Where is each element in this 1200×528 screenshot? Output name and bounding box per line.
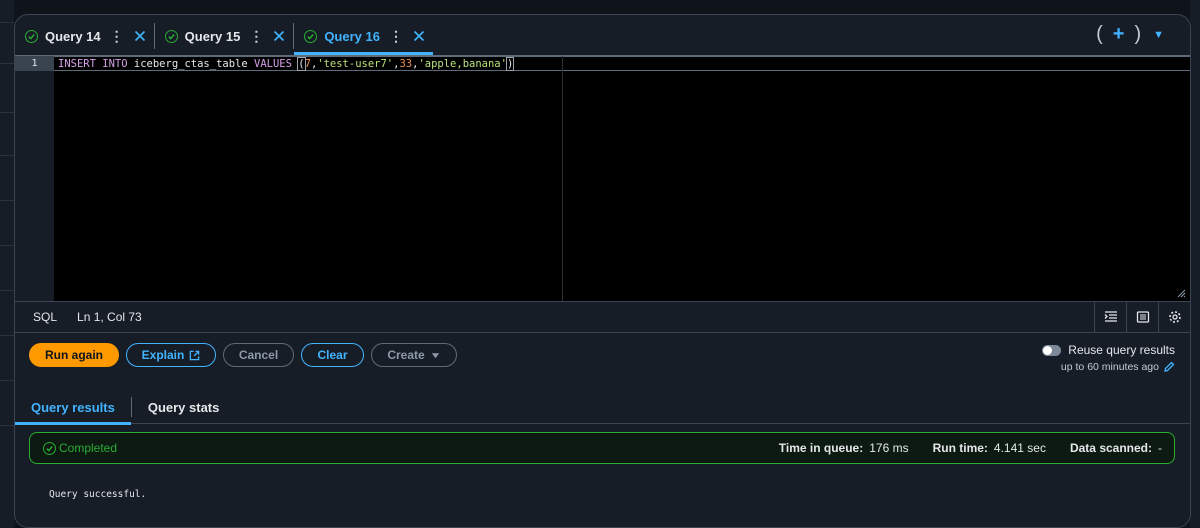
table-identifier: iceberg_ctas_table	[133, 58, 248, 70]
caret-down-icon	[431, 352, 439, 358]
print-margin	[562, 56, 563, 301]
reuse-sub-label: up to 60 minutes ago	[1060, 361, 1159, 373]
create-label: Create	[387, 348, 425, 362]
close-icon[interactable]	[134, 30, 146, 42]
status-completed: Completed	[43, 441, 117, 455]
cursor-position: Ln 1, Col 73	[77, 310, 142, 324]
keyboard-icon	[1136, 311, 1149, 323]
line-number: 1	[15, 56, 54, 71]
number-literal: 33	[399, 58, 413, 70]
tab-label: Query 16	[324, 28, 380, 44]
explain-button[interactable]: Explain	[126, 343, 216, 367]
tab-menu-icon[interactable]: ⋮	[110, 28, 124, 45]
tab-tools: ( + ) ▼	[1096, 23, 1164, 46]
sql-editor[interactable]: 1 INSERT INTO iceberg_ctas_table VALUES …	[15, 55, 1190, 301]
reuse-query-results: Reuse query results up to 60 minutes ago	[1042, 343, 1175, 373]
resize-grip-icon[interactable]	[1177, 289, 1186, 298]
tab-query-stats[interactable]: Query stats	[132, 391, 236, 424]
string-literal: 'test-user7'	[317, 58, 394, 70]
status-bar-tools	[1094, 302, 1190, 332]
keyboard-shortcuts-button[interactable]	[1126, 302, 1158, 332]
explain-label: Explain	[141, 348, 185, 362]
reuse-results-toggle[interactable]	[1042, 344, 1062, 356]
run-time: Run time: 4.141 sec	[932, 441, 1046, 455]
editor-status-bar: SQL Ln 1, Col 73	[15, 301, 1190, 333]
close-icon[interactable]	[273, 30, 285, 42]
status-text: Completed	[59, 441, 118, 455]
language-indicator: SQL	[33, 310, 58, 324]
open-paren: (	[1096, 23, 1103, 45]
tab-label: Query 15	[184, 28, 241, 44]
string-literal: 'apple,banana'	[418, 58, 507, 70]
run-again-button[interactable]: Run again	[29, 343, 119, 367]
tab-query-results[interactable]: Query results	[15, 391, 131, 425]
tab-query-14[interactable]: Query 14 ⋮	[15, 17, 154, 55]
result-message: Query successful.	[49, 489, 147, 500]
query-editor-panel: Query 14 ⋮ Query 15 ⋮ Query 16 ⋮ (+) ▼…	[14, 14, 1191, 528]
pencil-edit-icon[interactable]	[1163, 361, 1175, 373]
keyword-into: INTO	[102, 58, 128, 70]
query-actions: Run again Explain Cancel Clear Create	[29, 343, 464, 367]
editor-settings-button[interactable]	[1158, 302, 1190, 332]
tab-query-15[interactable]: Query 15 ⋮	[155, 17, 294, 55]
success-check-icon	[43, 441, 56, 455]
close-icon[interactable]	[413, 30, 425, 42]
success-check-icon	[25, 29, 38, 43]
editor-gutter: 1	[15, 56, 54, 301]
external-link-icon	[190, 350, 200, 360]
code-line[interactable]: INSERT INTO iceberg_ctas_table VALUES (7…	[58, 57, 515, 71]
time-in-queue: Time in queue: 176 ms	[778, 441, 909, 455]
result-tabs: Query results Query stats	[15, 391, 1190, 425]
query-tabs: Query 14 ⋮ Query 15 ⋮ Query 16 ⋮ (+) ▼	[15, 15, 1190, 55]
right-background	[1190, 0, 1200, 528]
clear-button[interactable]: Clear	[301, 343, 364, 367]
tab-label: Query 14	[45, 28, 101, 44]
cancel-button[interactable]: Cancel	[223, 343, 294, 367]
tab-options-dropdown[interactable]: ▼	[1153, 29, 1164, 41]
keyword-insert: INSERT	[58, 58, 96, 70]
query-stats-summary: Time in queue: 176 ms Run time: 4.141 sec …	[755, 441, 1162, 455]
indent-icon	[1104, 311, 1117, 322]
success-check-icon	[164, 29, 178, 43]
tab-menu-icon[interactable]: ⋮	[249, 28, 263, 45]
tab-menu-icon[interactable]: ⋮	[389, 28, 403, 45]
add-tab-button[interactable]: +	[1113, 23, 1125, 46]
keyword-values: VALUES	[254, 58, 292, 70]
gear-icon	[1168, 311, 1181, 323]
create-button[interactable]: Create	[371, 343, 457, 367]
tab-query-16[interactable]: Query 16 ⋮	[294, 17, 433, 55]
close-paren: )	[1134, 23, 1142, 45]
format-query-button[interactable]	[1094, 302, 1126, 332]
data-scanned: Data scanned: -	[1069, 441, 1162, 455]
reuse-label: Reuse query results	[1068, 343, 1175, 357]
success-check-icon	[304, 29, 318, 43]
left-background	[0, 0, 14, 528]
query-status-banner: Completed Time in queue: 176 ms Run time:…	[29, 432, 1175, 464]
close-bracket: )	[505, 57, 515, 71]
